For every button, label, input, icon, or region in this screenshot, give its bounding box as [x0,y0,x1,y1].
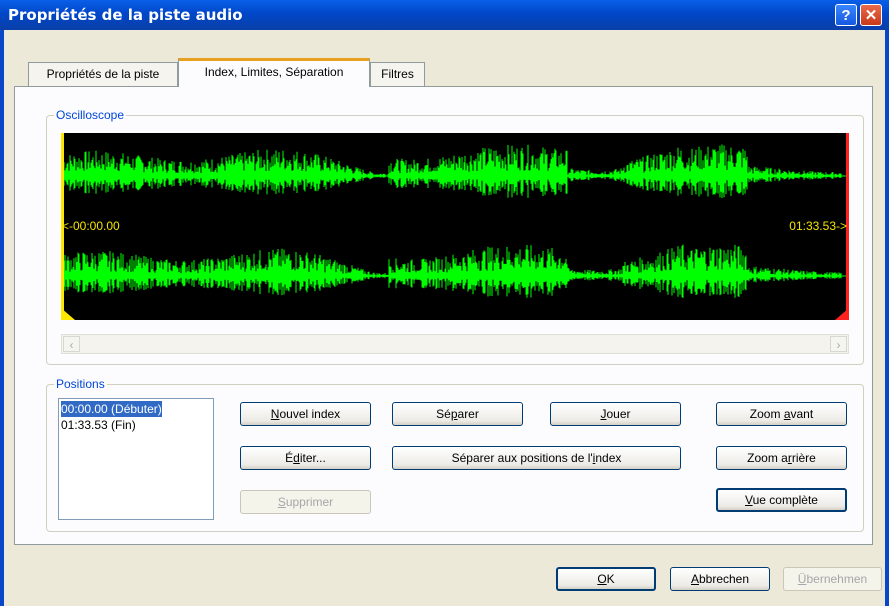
abbrechen-button[interactable]: Abbrechen [670,567,770,591]
vue-complete-button[interactable]: Vue complète [716,488,847,512]
button-text: arer [457,407,479,421]
positions-list[interactable]: 00:00.00 (Débuter) 01:33.53 (Fin) ˄ ˅ [58,398,214,520]
horizontal-scrollbar[interactable]: ‹ › [61,334,849,354]
ubernehmen-button[interactable]: Übernehmen [783,567,882,591]
list-item[interactable]: 00:00.00 (Débuter) [60,400,163,418]
button-mnemonic: O [597,572,607,586]
button-mnemonic: d [293,451,300,465]
window-frame-right [885,30,889,606]
button-mnemonic: S [277,495,286,509]
button-text: Sé [436,407,451,421]
oscilloscope-label: Oscilloscope [54,108,127,122]
button-mnemonic: a [783,407,791,421]
window-title: Propriétés de la piste audio [8,6,243,24]
button-text: ouvel index [279,407,341,421]
list-item[interactable]: 01:33.53 (Fin) [61,417,136,433]
close-icon: ✕ [864,7,878,24]
nouvel-index-button[interactable]: Nouvel index [240,402,371,426]
positions-label: Positions [54,377,107,391]
window-frame-left [0,30,4,606]
waveform-svg [61,133,849,320]
button-mnemonic: V [745,493,753,507]
tab-filtres[interactable]: Filtres [370,62,425,86]
zoom-avant-button[interactable]: Zoom avant [716,402,847,426]
button-text: Zoom a [747,451,788,465]
close-button[interactable]: ✕ [860,4,882,26]
jouer-button[interactable]: Jouer [550,402,681,426]
end-time-label: 01:33.53-> [789,219,847,233]
help-button[interactable]: ? [835,4,857,26]
separer-button[interactable]: Séparer [392,402,523,426]
button-text: rière [791,451,816,465]
tab-index-limites-separation[interactable]: Index, Limites, Séparation [178,58,370,87]
chevron-left-icon[interactable]: ‹ [63,336,80,352]
button-mnemonic: A [690,572,699,586]
button-text: ndex [595,451,622,465]
button-text: vant [790,407,814,421]
button-text: bernehmen [806,572,868,586]
button-mnemonic: p [450,407,458,421]
help-icon: ? [841,7,851,24]
button-text: bbrechen [698,572,750,586]
button-text: Séparer aux positions de l' [451,451,593,465]
button-text: K [606,572,615,586]
chevron-right-icon[interactable]: › [830,336,847,352]
end-marker-handle [835,308,849,320]
start-time-label: <-00:00.00 [62,219,120,233]
button-text: Zoom [749,407,784,421]
ok-button[interactable]: OK [556,567,656,591]
title-bar: Propriétés de la piste audio ? ✕ [0,0,889,30]
separer-index-button[interactable]: Séparer aux positions de l'index [392,446,681,470]
button-text: ue complète [752,493,818,507]
button-text: É [285,451,294,465]
zoom-arriere-button[interactable]: Zoom arrière [716,446,847,470]
button-text: iter... [299,451,326,465]
tab-proprietes-piste[interactable]: Propriétés de la piste [28,62,178,86]
button-text: upprimer [285,495,334,509]
waveform-channel-right [62,244,846,298]
supprimer-button[interactable]: Supprimer [240,490,371,514]
editer-button[interactable]: Éditer... [240,446,371,470]
waveform-channel-left [62,144,846,198]
button-text: ouer [606,407,631,421]
oscilloscope-display[interactable]: <-00:00.00 01:33.53-> [61,133,849,320]
